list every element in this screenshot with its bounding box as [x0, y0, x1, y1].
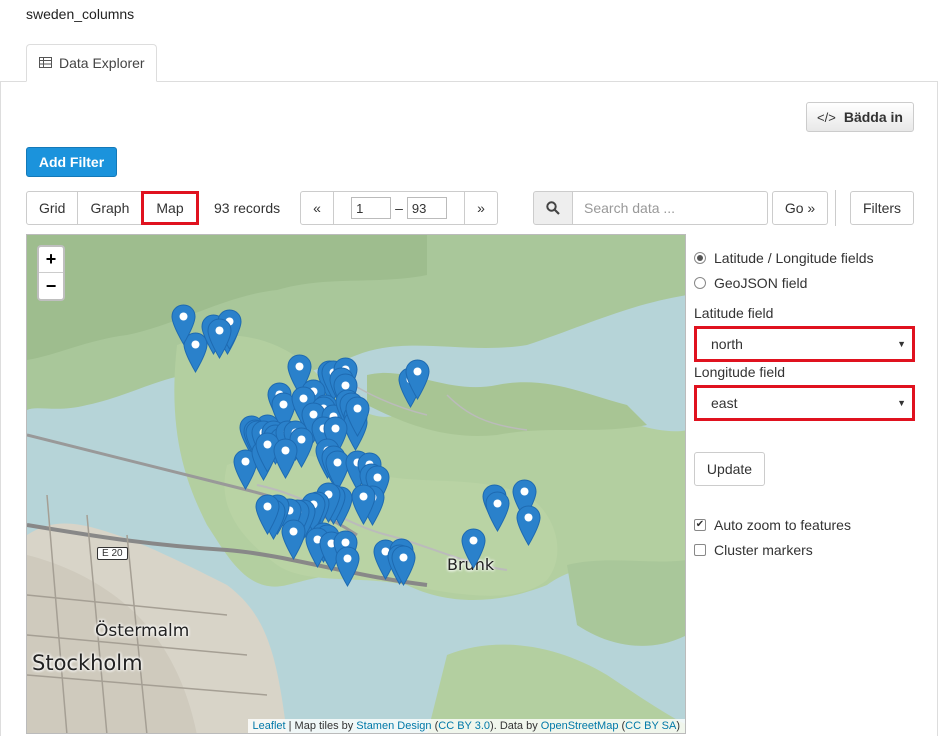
- geojson-radio-label: GeoJSON field: [714, 275, 808, 291]
- pager-from-input[interactable]: 1: [351, 197, 392, 219]
- pager-dash: –: [395, 200, 403, 216]
- map-marker[interactable]: [516, 505, 541, 546]
- stamen-link[interactable]: Stamen Design: [356, 720, 431, 732]
- map-label-ostermalm: Östermalm: [95, 621, 190, 641]
- tab-data-explorer[interactable]: Data Explorer: [26, 44, 157, 82]
- pager-to-input[interactable]: 93: [406, 197, 447, 219]
- map-marker[interactable]: [391, 545, 416, 586]
- add-filter-button[interactable]: Add Filter: [26, 147, 117, 177]
- map-marker[interactable]: [335, 546, 360, 587]
- tab-bar: Data Explorer: [0, 44, 938, 82]
- latitude-field-value: north: [711, 336, 743, 352]
- code-icon: </>: [817, 109, 836, 125]
- search-icon: [533, 191, 573, 225]
- chevron-down-icon: ▼: [897, 398, 906, 408]
- latitude-field-select[interactable]: north ▼: [694, 326, 915, 362]
- auto-zoom-label: Auto zoom to features: [714, 517, 851, 533]
- geojson-radio[interactable]: [694, 277, 706, 289]
- pager: « 1 – 93 »: [300, 191, 498, 225]
- geojson-mode-option[interactable]: GeoJSON field: [694, 275, 807, 291]
- content-border-left: [0, 82, 1, 736]
- page-title: sweden_columns: [26, 6, 135, 22]
- map-attribution: Leaflet | Map tiles by Stamen Design (CC…: [247, 719, 685, 733]
- map-marker[interactable]: [171, 304, 196, 345]
- search-input[interactable]: Search data ...: [573, 191, 768, 225]
- leaflet-link[interactable]: Leaflet: [253, 720, 286, 732]
- table-icon: [39, 55, 52, 71]
- longitude-field-select[interactable]: east ▼: [694, 385, 915, 421]
- embed-button[interactable]: </> Bädda in: [806, 102, 914, 132]
- view-map-button[interactable]: Map: [141, 191, 199, 225]
- longitude-field-value: east: [711, 395, 738, 411]
- road-e20-label: E 20: [97, 547, 128, 560]
- toolbar-divider: [835, 190, 836, 226]
- chevron-down-icon: ▼: [897, 339, 906, 349]
- map-marker[interactable]: [255, 494, 280, 535]
- attribution-text: | Map tiles by: [285, 720, 357, 732]
- map-marker[interactable]: [345, 396, 370, 437]
- embed-label: Bädda in: [843, 109, 903, 125]
- zoom-out-button[interactable]: −: [39, 273, 63, 299]
- pager-range: 1 – 93: [333, 191, 465, 225]
- view-graph-button[interactable]: Graph: [77, 191, 143, 225]
- cluster-label: Cluster markers: [714, 542, 813, 558]
- update-button[interactable]: Update: [694, 452, 765, 486]
- zoom-control: + −: [37, 245, 65, 301]
- map-marker[interactable]: [405, 359, 430, 400]
- cluster-option[interactable]: Cluster markers: [694, 542, 813, 558]
- ccby3-link[interactable]: CC BY 3.0: [438, 720, 490, 732]
- auto-zoom-option[interactable]: ✔ Auto zoom to features: [694, 517, 851, 533]
- map-marker[interactable]: [461, 528, 486, 569]
- longitude-field-label: Longitude field: [694, 364, 786, 380]
- cluster-checkbox[interactable]: [694, 544, 706, 556]
- go-button[interactable]: Go »: [772, 191, 828, 225]
- record-count: 93 records: [214, 200, 281, 216]
- latlon-mode-option[interactable]: Latitude / Longitude fields: [694, 250, 874, 266]
- pager-next-button[interactable]: »: [464, 191, 498, 225]
- map-view[interactable]: E 20 Östermalm Stockholm Brunk + − Leafl…: [26, 234, 686, 734]
- latitude-field-label: Latitude field: [694, 305, 774, 321]
- map-marker[interactable]: [273, 438, 298, 479]
- attribution-text-2: . Data by: [493, 720, 541, 732]
- view-switcher: Grid Graph Map: [26, 191, 199, 225]
- view-grid-button[interactable]: Grid: [26, 191, 79, 225]
- ccbysa-link[interactable]: CC BY SA: [625, 720, 676, 732]
- map-marker[interactable]: [207, 318, 232, 359]
- latlon-radio-label: Latitude / Longitude fields: [714, 250, 874, 266]
- osm-link[interactable]: OpenStreetMap: [541, 720, 619, 732]
- map-marker[interactable]: [351, 484, 376, 525]
- pager-prev-button[interactable]: «: [300, 191, 334, 225]
- map-label-stockholm: Stockholm: [32, 651, 143, 675]
- map-marker[interactable]: [281, 519, 306, 560]
- zoom-in-button[interactable]: +: [39, 247, 63, 273]
- latlon-radio[interactable]: [694, 252, 706, 264]
- map-marker[interactable]: [485, 491, 510, 532]
- tab-label: Data Explorer: [59, 55, 145, 71]
- search-group: Search data ...: [533, 191, 768, 225]
- filters-button[interactable]: Filters: [850, 191, 914, 225]
- auto-zoom-checkbox[interactable]: ✔: [694, 519, 706, 531]
